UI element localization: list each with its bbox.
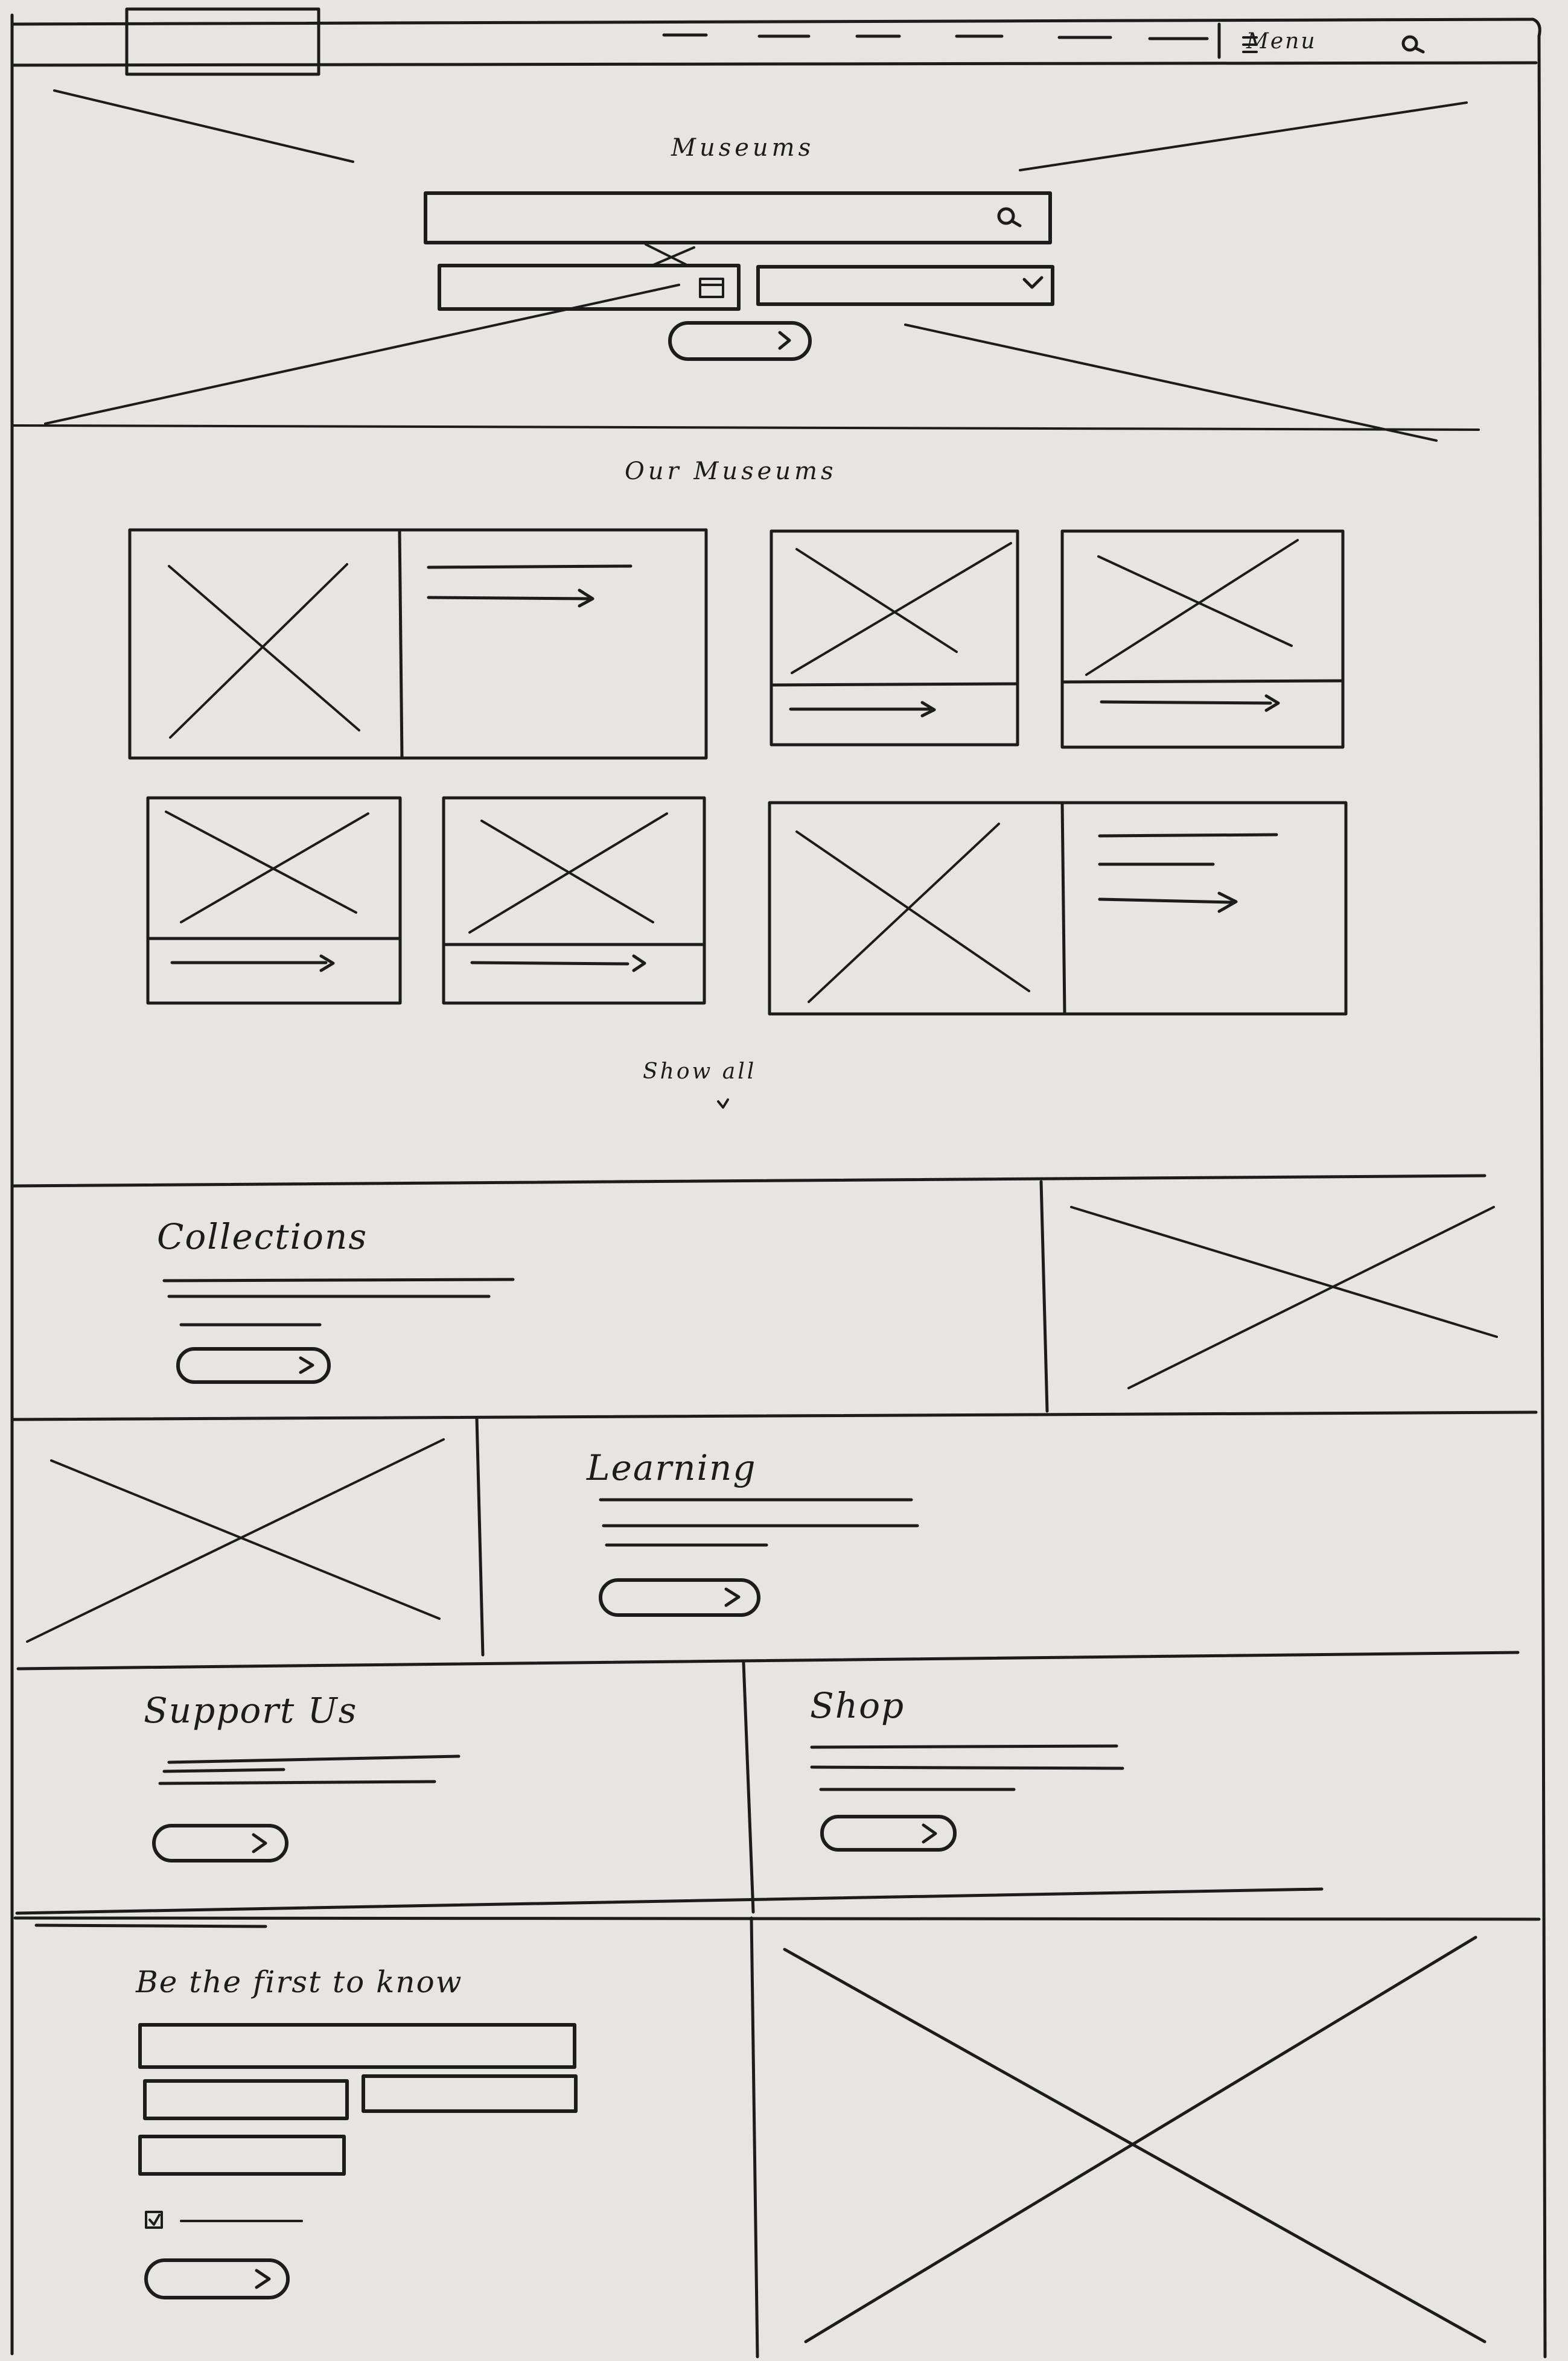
show-all-link[interactable]: Show all [643, 1059, 756, 1084]
museum-card[interactable] [442, 796, 706, 1005]
image-placeholder [165, 811, 369, 923]
card-link[interactable] [1098, 897, 1233, 904]
hero-submit-button[interactable] [668, 321, 812, 361]
text-line [162, 1278, 515, 1282]
text-line [1098, 833, 1278, 838]
hero-select[interactable] [756, 265, 1054, 306]
learning-section [26, 1416, 919, 1657]
card-link[interactable] [427, 596, 593, 601]
learning-button[interactable] [599, 1578, 760, 1617]
chevron-right-icon [724, 1587, 741, 1607]
chevron-right-icon [252, 1833, 267, 1853]
collections-button[interactable] [176, 1347, 331, 1384]
section-title-learning: Learning [587, 1447, 757, 1488]
image-placeholder [783, 1936, 1487, 2343]
image-placeholder [168, 563, 360, 739]
check-icon [148, 2214, 161, 2226]
menu-label[interactable]: Menu [1246, 29, 1317, 54]
image-placeholder [1085, 539, 1299, 676]
support-button[interactable] [152, 1824, 288, 1862]
arrow-right-icon [632, 954, 646, 972]
card-link[interactable] [1100, 700, 1272, 705]
page-frame [10, 13, 1547, 2359]
card-link[interactable] [470, 961, 629, 966]
newsletter-section [750, 1916, 1487, 2359]
shop-button[interactable] [820, 1815, 957, 1852]
text-line [158, 1780, 436, 1785]
image-placeholder [1070, 1206, 1498, 1389]
hero-date-input[interactable] [438, 243, 741, 311]
header-search-icon[interactable] [1401, 35, 1425, 54]
text-line [810, 1765, 1124, 1770]
image-placeholder [468, 812, 668, 934]
museum-card[interactable] [128, 528, 708, 760]
museum-card[interactable] [1060, 529, 1345, 749]
image-placeholder [26, 1438, 445, 1643]
museum-card[interactable] [146, 796, 402, 1005]
section-divider [10, 1410, 1538, 1421]
section-title-newsletter: Be the first to know [136, 1964, 463, 1999]
hero-title: Museums [671, 134, 815, 162]
chevron-right-icon [778, 331, 791, 350]
nav-links[interactable] [662, 22, 1221, 59]
section-divider [13, 1916, 1541, 1928]
newsletter-extra-input[interactable] [138, 2135, 346, 2176]
museum-card[interactable] [770, 529, 1019, 747]
image-placeholder [791, 542, 1012, 674]
newsletter-consent-checkbox[interactable] [145, 2211, 163, 2229]
chevron-right-icon [922, 1823, 937, 1844]
section-title-our-museums: Our Museums [625, 457, 837, 485]
chevron-down-icon [1022, 276, 1044, 289]
section-title-collections: Collections [157, 1216, 368, 1257]
section-title-support: Support Us [144, 1690, 358, 1731]
chevron-right-icon [299, 1356, 314, 1374]
section-divider [16, 1651, 1520, 1671]
chevron-down-icon[interactable] [717, 1098, 729, 1109]
hero-search-input[interactable] [424, 191, 1052, 244]
section-divider [10, 1174, 1487, 1188]
search-icon [997, 207, 1022, 228]
image-placeholder [795, 823, 1030, 1003]
newsletter-submit-button[interactable] [144, 2258, 290, 2299]
text-line [162, 1768, 285, 1773]
section-title-shop: Shop [810, 1685, 905, 1726]
museum-card[interactable] [768, 801, 1348, 1016]
text-line [167, 1754, 461, 1764]
text-line [810, 1744, 1118, 1749]
newsletter-last-name-input[interactable] [362, 2074, 578, 2113]
chevron-right-icon [255, 2269, 271, 2289]
newsletter-first-name-input[interactable] [143, 2079, 349, 2120]
newsletter-email-input[interactable] [138, 2023, 576, 2069]
text-line [427, 564, 633, 569]
